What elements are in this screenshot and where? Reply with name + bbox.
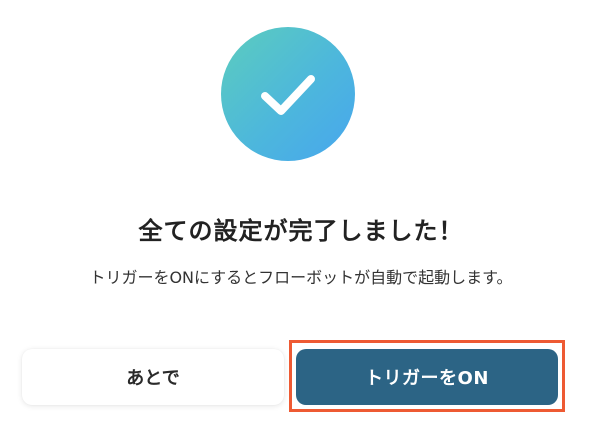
dialog-title: 全ての設定が完了しました！ — [138, 217, 464, 245]
dialog-description: トリガーをONにするとフローボットが自動で起動します。 — [89, 268, 513, 287]
completion-dialog: 全ての設定が完了しました！ トリガーをONにするとフローボットが自動で起動します… — [0, 0, 602, 436]
later-button[interactable]: あとで — [22, 349, 284, 405]
check-icon — [261, 75, 315, 115]
success-badge — [221, 27, 355, 161]
trigger-on-button[interactable]: トリガーをON — [296, 349, 558, 405]
